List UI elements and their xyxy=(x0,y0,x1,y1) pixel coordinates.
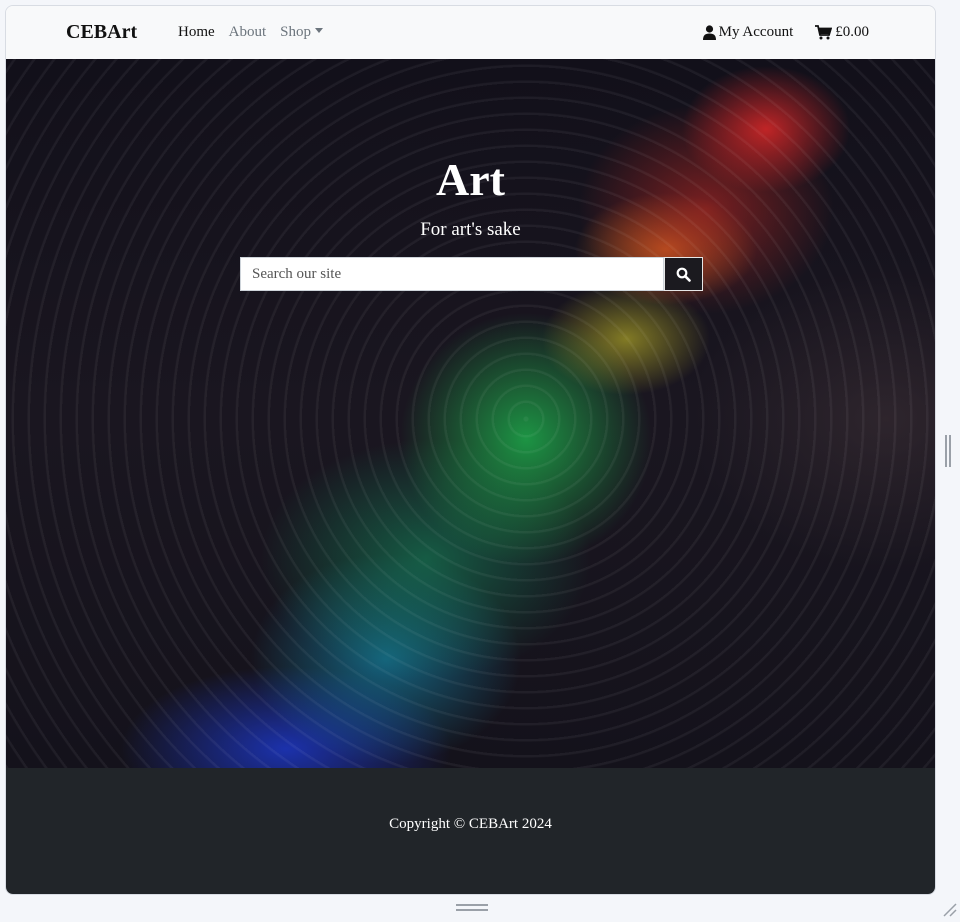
nav-right: My Account £0.00 xyxy=(702,24,869,41)
cart-link[interactable]: £0.00 xyxy=(815,24,869,41)
side-resize-handle[interactable] xyxy=(945,435,951,467)
top-navbar: CEBArt Home About Shop My Account £0.00 xyxy=(6,6,935,59)
nav-link-home[interactable]: Home xyxy=(178,24,215,41)
user-icon xyxy=(702,25,716,40)
my-account-label: My Account xyxy=(718,24,794,40)
shopping-cart-icon xyxy=(815,25,833,40)
page-footer: Copyright © CEBArt 2024 xyxy=(6,768,935,894)
nav-dropdown-shop[interactable]: Shop xyxy=(280,24,324,41)
nav-link-about[interactable]: About xyxy=(229,24,267,41)
hero-subtitle: For art's sake xyxy=(420,219,521,240)
nav-dropdown-shop-label: Shop xyxy=(280,24,312,40)
search-button[interactable] xyxy=(664,257,703,291)
cart-total: £0.00 xyxy=(835,24,869,40)
copyright-text: Copyright © CEBArt 2024 xyxy=(389,816,552,832)
my-account-link[interactable]: My Account xyxy=(702,24,794,41)
resize-grip-icon[interactable] xyxy=(940,900,958,918)
browser-viewport: CEBArt Home About Shop My Account £0.00 … xyxy=(5,5,936,895)
nav-links: Home About Shop xyxy=(178,24,337,41)
hero-title: Art xyxy=(436,154,505,205)
search-form xyxy=(240,257,703,291)
search-icon xyxy=(676,267,691,282)
bottom-resize-handle[interactable] xyxy=(456,904,488,912)
chevron-down-icon xyxy=(315,28,324,33)
brand-logo[interactable]: CEBArt xyxy=(66,21,137,44)
hero-banner: Art For art's sake xyxy=(6,59,935,768)
search-input[interactable] xyxy=(240,257,664,291)
